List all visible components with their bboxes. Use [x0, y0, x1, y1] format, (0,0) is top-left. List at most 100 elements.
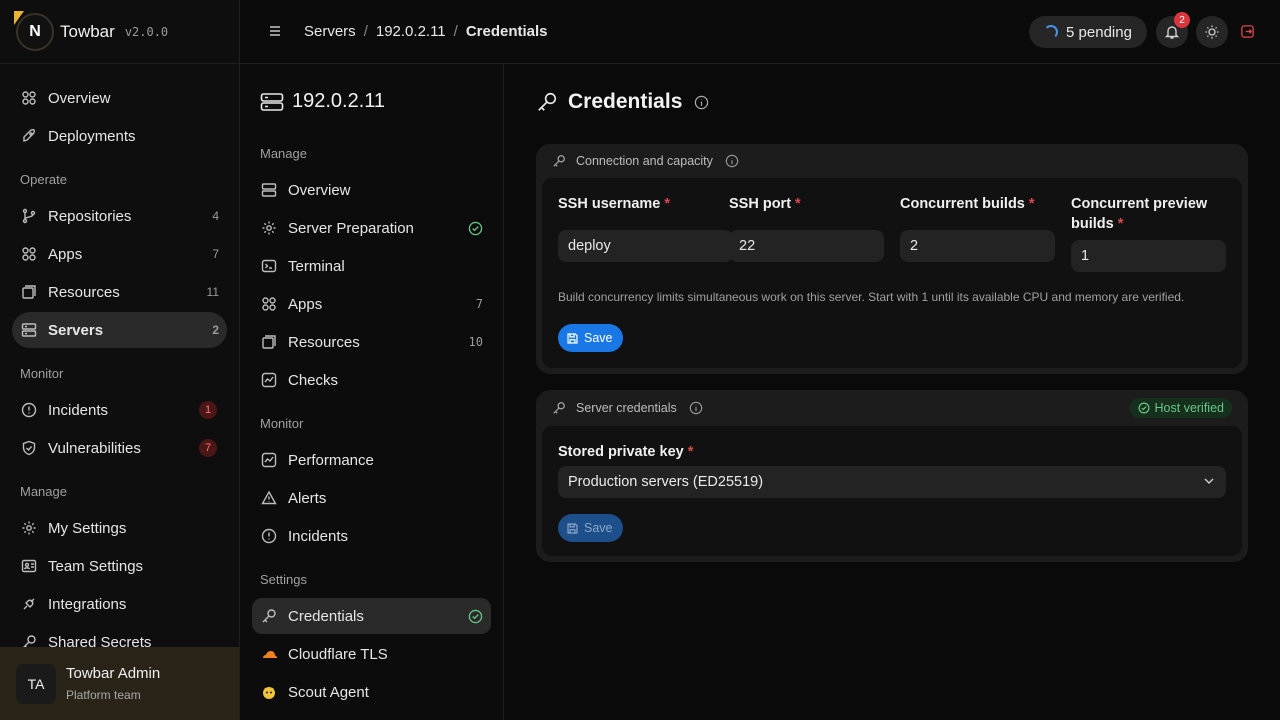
- concurrent-builds-input[interactable]: 2: [900, 230, 1055, 262]
- sidebar-item-deployments[interactable]: Deployments: [12, 118, 227, 154]
- private-key-select[interactable]: Production servers (ED25519): [558, 466, 1226, 498]
- gear-icon: [20, 519, 38, 537]
- subnav-item-overview[interactable]: Overview: [252, 172, 491, 208]
- count: 2: [212, 323, 219, 337]
- section-title: Manage: [260, 146, 307, 161]
- breadcrumb-servers[interactable]: Servers: [304, 23, 356, 40]
- sidebar-item-incidents[interactable]: Incidents 1: [12, 392, 227, 428]
- sidebar-item-servers[interactable]: Servers 2: [12, 312, 227, 348]
- subnav-item-checks[interactable]: Checks: [252, 362, 491, 398]
- section-title: Monitor: [20, 366, 64, 381]
- sidebar-item-vulnerabilities[interactable]: Vulnerabilities 7: [12, 430, 227, 466]
- sidebar-item-label: My Settings: [48, 519, 127, 537]
- user-team: Platform team: [66, 688, 141, 702]
- info-icon[interactable]: [689, 401, 703, 415]
- card-title: Connection and capacity: [576, 154, 713, 168]
- subnav-item-scout-agent[interactable]: Scout Agent: [252, 674, 491, 710]
- app-version: v2.0.0: [124, 24, 169, 39]
- server-subnav: 192.0.2.11 Manage Overview Server Prepar…: [240, 64, 504, 720]
- sidebar-item-resources[interactable]: Resources 11: [12, 274, 227, 310]
- info-icon[interactable]: [725, 154, 739, 168]
- key-icon: [552, 401, 566, 415]
- subnav-item-label: Resources: [288, 333, 360, 351]
- subnav-item-server-preparation[interactable]: Server Preparation: [252, 210, 491, 246]
- subnav-item-resources[interactable]: Resources 10: [252, 324, 491, 360]
- subnav-item-apps[interactable]: Apps 7: [252, 286, 491, 322]
- grid-icon: [260, 295, 278, 313]
- save-icon: [566, 332, 579, 345]
- save-button[interactable]: Save: [558, 324, 623, 352]
- concurrency-hint: Build concurrency limits simultaneous wo…: [558, 290, 1185, 304]
- sidebar-item-repositories[interactable]: Repositories 4: [12, 198, 227, 234]
- sidebar: N Towbar v2.0.0 Overview Deployments Ope…: [0, 0, 240, 720]
- page-title: Credentials: [536, 90, 709, 114]
- section-title: Settings: [260, 572, 307, 587]
- private-key-label: Stored private key *: [558, 442, 693, 462]
- sun-icon: [1204, 24, 1220, 40]
- sidebar-item-label: Overview: [48, 89, 111, 107]
- subnav-item-alerts[interactable]: Alerts: [252, 480, 491, 516]
- team-icon: [20, 557, 38, 575]
- ssh-username-input[interactable]: deploy: [558, 230, 733, 262]
- avatar: TA: [16, 663, 56, 704]
- card-body: Stored private key * Production servers (…: [542, 426, 1242, 556]
- server-icon: [260, 181, 278, 199]
- menu-icon[interactable]: [268, 24, 282, 38]
- info-icon[interactable]: [694, 95, 709, 110]
- required-mark: *: [664, 196, 671, 212]
- card-title: Server credentials: [576, 401, 677, 415]
- breadcrumb: Servers / 192.0.2.11 / Credentials: [304, 23, 548, 40]
- save-label: Save: [584, 521, 613, 535]
- warning-icon: [260, 489, 278, 507]
- section-title: Monitor: [260, 416, 304, 431]
- count: 11: [206, 285, 219, 299]
- subnav-item-cloudflare-tls[interactable]: Cloudflare TLS: [252, 636, 491, 672]
- ssh-port-input[interactable]: 22: [729, 230, 884, 262]
- sidebar-item-apps[interactable]: Apps 7: [12, 236, 227, 272]
- sidebar-item-team-settings[interactable]: Team Settings: [12, 548, 227, 584]
- breadcrumb-server[interactable]: 192.0.2.11: [376, 23, 446, 40]
- logo-flag-icon: [14, 10, 24, 25]
- count: 4: [212, 209, 219, 223]
- rocket-icon: [20, 127, 38, 145]
- subnav-item-incidents[interactable]: Incidents: [252, 518, 491, 554]
- subnav-item-label: Performance: [288, 451, 374, 469]
- sidebar-item-integrations[interactable]: Integrations: [12, 586, 227, 622]
- user-card[interactable]: TA Towbar Admin Platform team: [0, 647, 239, 720]
- subnav-item-label: Checks: [288, 371, 339, 389]
- chart-icon: [260, 371, 278, 389]
- subnav-item-label: Incidents: [288, 527, 349, 545]
- subnav-item-credentials[interactable]: Credentials: [252, 598, 491, 634]
- concurrent-preview-builds-input[interactable]: 1: [1071, 240, 1226, 272]
- sidebar-item-overview[interactable]: Overview: [12, 80, 227, 116]
- label-text: SSH username: [558, 196, 661, 212]
- logout-icon[interactable]: [1240, 24, 1255, 39]
- count: 7: [475, 297, 483, 311]
- pending-button[interactable]: 5 pending: [1029, 16, 1147, 48]
- subnav-item-terminal[interactable]: Terminal: [252, 248, 491, 284]
- sidebar-item-my-settings[interactable]: My Settings: [12, 510, 227, 546]
- cloud-icon: [260, 645, 278, 663]
- count: 7: [212, 247, 219, 261]
- subnav-item-performance[interactable]: Performance: [252, 442, 491, 478]
- main-content: Credentials Connection and capacity SSH …: [504, 64, 1280, 720]
- card-header: Connection and capacity: [536, 144, 1248, 178]
- breadcrumb-separator: /: [453, 23, 458, 40]
- server-credentials-card: Server credentials Host verified Stored …: [536, 390, 1248, 562]
- notifications-button[interactable]: 2: [1156, 12, 1190, 48]
- save-icon: [566, 522, 579, 535]
- save-button[interactable]: Save: [558, 514, 623, 542]
- app-name: Towbar: [60, 21, 115, 41]
- git-branch-icon: [20, 207, 38, 225]
- theme-toggle-button[interactable]: [1196, 16, 1228, 48]
- subnav-item-label: Apps: [288, 295, 323, 313]
- sidebar-item-label: Vulnerabilities: [48, 439, 141, 457]
- sidebar-item-label: Team Settings: [48, 557, 144, 575]
- terminal-icon: [260, 257, 278, 275]
- label-text: Concurrent preview builds: [1071, 196, 1208, 232]
- section-title: Operate: [20, 172, 67, 187]
- alert-circle-icon: [260, 527, 278, 545]
- logo[interactable]: N: [14, 10, 54, 51]
- user-name: Towbar Admin: [66, 665, 161, 682]
- grid-icon: [20, 245, 38, 263]
